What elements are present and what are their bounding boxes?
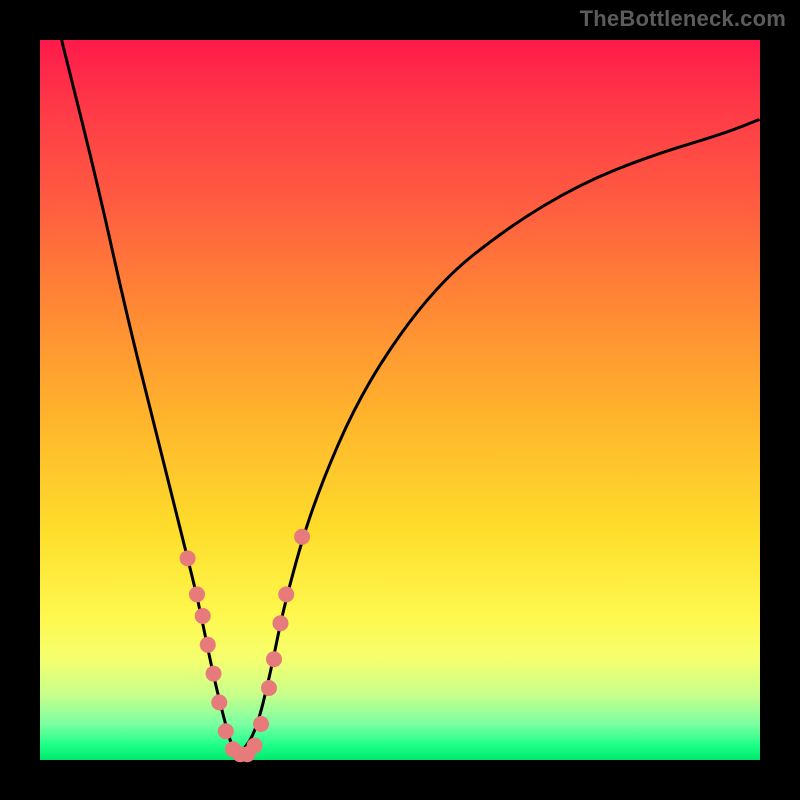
highlight-point <box>294 529 310 545</box>
marker-layer <box>180 529 310 762</box>
highlight-point <box>189 586 205 602</box>
highlight-point <box>206 666 222 682</box>
highlight-point <box>200 637 216 653</box>
highlight-point <box>272 615 288 631</box>
highlight-point <box>218 723 234 739</box>
highlight-point <box>211 694 227 710</box>
highlight-point <box>195 608 211 624</box>
curve-layer <box>62 40 760 753</box>
highlight-point <box>266 651 282 667</box>
highlight-point <box>261 680 277 696</box>
highlight-point <box>180 550 196 566</box>
chart-frame: TheBottleneck.com <box>0 0 800 800</box>
highlight-point <box>247 738 263 754</box>
watermark-text: TheBottleneck.com <box>580 6 786 32</box>
chart-svg <box>40 40 760 760</box>
highlight-point <box>278 586 294 602</box>
bottleneck-curve <box>62 40 760 753</box>
highlight-point <box>253 716 269 732</box>
